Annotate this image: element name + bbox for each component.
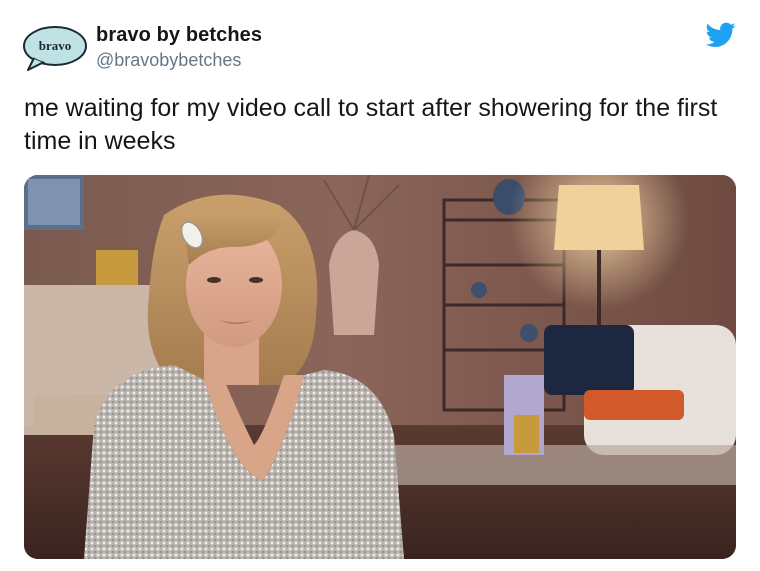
twitter-bird-icon xyxy=(706,22,736,48)
tweet-photo[interactable] xyxy=(24,175,736,559)
speech-bubble-logo: bravo xyxy=(23,26,87,71)
avatar-logo-text: bravo xyxy=(39,38,72,53)
photo-woman-in-sequin-dress xyxy=(24,175,736,559)
tweet-card: bravo bravo by betches @bravobybetches m… xyxy=(0,0,760,571)
account-name[interactable]: bravo by betches xyxy=(96,24,262,47)
avatar[interactable]: bravo xyxy=(22,24,88,72)
account-handle[interactable]: @bravobybetches xyxy=(96,50,241,71)
tweet-text: me waiting for my video call to start af… xyxy=(24,94,718,155)
